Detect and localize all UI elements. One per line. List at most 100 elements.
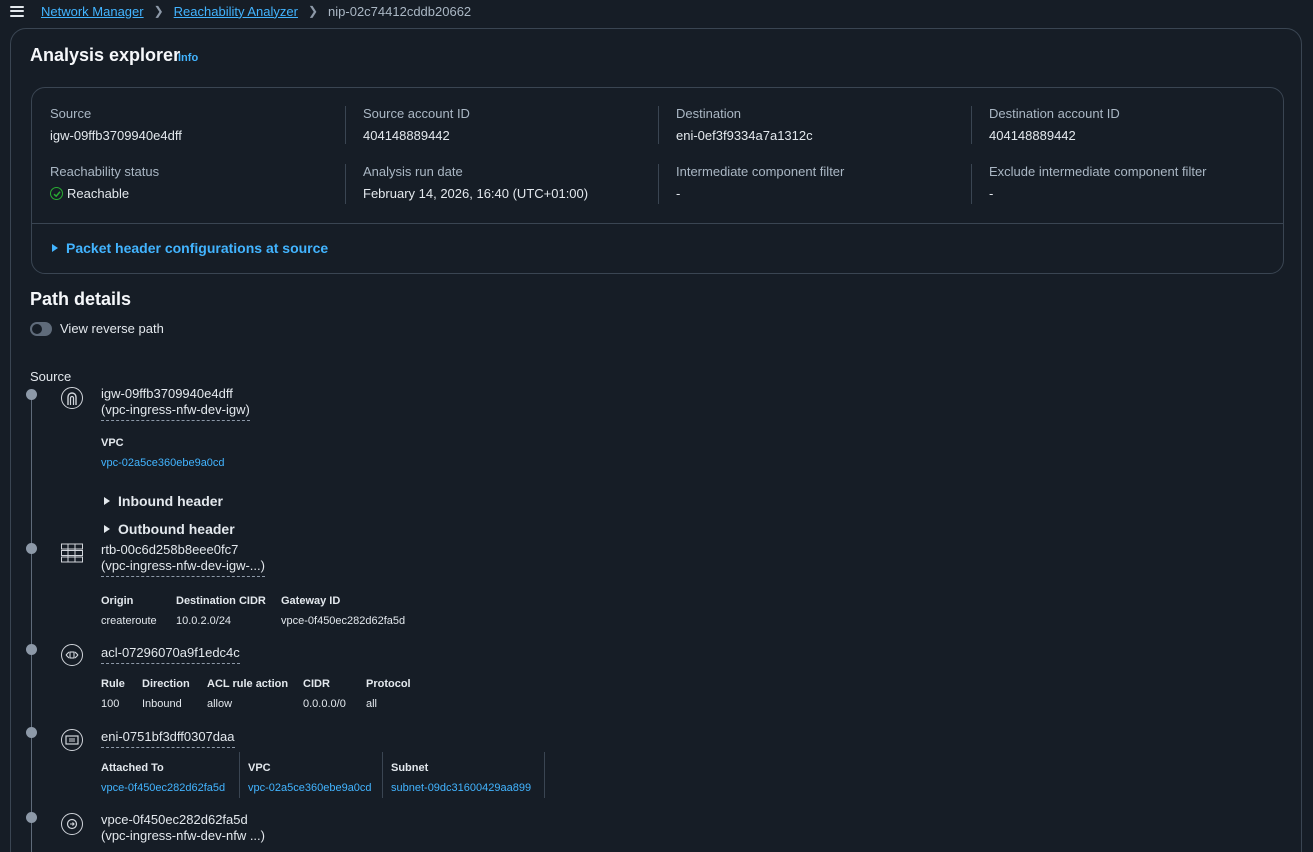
exclude-cell: Exclude intermediate component filter - (989, 164, 1289, 201)
internet-gateway-icon (61, 387, 83, 409)
eni-subnet-link[interactable]: subnet-09dc31600429aa899 (391, 782, 531, 794)
igw-vpc-link[interactable]: vpc-02a5ce360ebe9a0cd (101, 457, 225, 469)
timeline-dot (26, 644, 37, 655)
reverse-path-label: View reverse path (60, 321, 164, 336)
status-badge: Reachable (50, 186, 350, 201)
destination-label: Destination (676, 106, 742, 121)
acl-rule-label: Rule (101, 678, 125, 690)
hamburger-icon[interactable] (10, 5, 24, 17)
source-cell: Source igw-09ffb3709940e4dff (50, 106, 350, 143)
eni-attached-link[interactable]: vpce-0f450ec282d62fa5d (101, 782, 225, 794)
eni-vpc-link[interactable]: vpc-02a5ce360ebe9a0cd (248, 782, 372, 794)
divider (971, 164, 972, 204)
acl-direction-value: Inbound (142, 698, 182, 710)
eni-id: eni-0751bf3dff0307daa (101, 729, 235, 744)
acl-cidr-value: 0.0.0.0/0 (303, 698, 346, 710)
timeline-dot (26, 812, 37, 823)
packet-header-expander[interactable]: Packet header configurations at source (52, 240, 328, 256)
source-account-value: 404148889442 (363, 128, 450, 143)
vpce-id: vpce-0f450ec282d62fa5d (101, 812, 248, 827)
divider (544, 752, 545, 798)
outbound-header-expander[interactable]: Outbound header (104, 521, 235, 537)
acl-direction: Direction Inbound (142, 678, 190, 710)
igw-vpc: VPC vpc-02a5ce360ebe9a0cd (101, 437, 225, 469)
path-source-label: Source (30, 369, 72, 384)
destination-cell: Destination eni-0ef3f9334a7a1312c (676, 106, 976, 143)
igw-vpc-label: VPC (101, 437, 124, 449)
rtb-origin-label: Origin (101, 595, 134, 607)
rtb-node-title[interactable]: rtb-00c6d258b8eee0fc7 (vpc-ingress-nfw-d… (101, 542, 265, 577)
network-acl-icon (61, 644, 83, 666)
check-circle-icon (50, 187, 63, 200)
divider (658, 164, 659, 204)
breadcrumb-network-manager[interactable]: Network Manager (41, 4, 144, 19)
acl-protocol: Protocol all (366, 678, 411, 710)
acl-rule-action-value: allow (207, 698, 233, 710)
acl-rule-value: 100 (101, 698, 120, 710)
acl-node-title[interactable]: acl-07296070a9f1edc4c (101, 645, 240, 664)
source-value: igw-09ffb3709940e4dff (50, 128, 182, 143)
chevron-right-icon: ❯ (153, 4, 164, 18)
acl-cidr-label: CIDR (303, 678, 330, 690)
acl-cidr: CIDR 0.0.0.0/0 (303, 678, 346, 710)
rtb-gateway-id: Gateway ID vpce-0f450ec282d62fa5d (281, 595, 405, 627)
info-link[interactable]: Info (178, 52, 198, 64)
acl-id: acl-07296070a9f1edc4c (101, 645, 240, 660)
eni-vpc: VPC vpc-02a5ce360ebe9a0cd (248, 762, 372, 794)
rtb-destination-cidr-value: 10.0.2.0/24 (176, 615, 232, 627)
divider (658, 106, 659, 144)
page-title: Analysis explorer (30, 45, 181, 65)
rtb-origin: Origin createroute (101, 595, 157, 627)
network-interface-icon (61, 729, 83, 751)
vpce-name: (vpc-ingress-nfw-dev-nfw ...) (101, 828, 265, 843)
outbound-header-label: Outbound header (118, 521, 235, 537)
status-value: Reachable (67, 186, 130, 201)
destination-account-cell: Destination account ID 404148889442 (989, 106, 1289, 143)
inbound-header-expander[interactable]: Inbound header (104, 493, 223, 509)
destination-account-label: Destination account ID (989, 106, 1120, 121)
inbound-header-label: Inbound header (118, 493, 223, 509)
status-label: Reachability status (50, 164, 160, 179)
status-cell: Reachability status Reachable (50, 164, 350, 201)
destination-value: eni-0ef3f9334a7a1312c (676, 128, 813, 143)
acl-rule: Rule 100 (101, 678, 125, 710)
caret-right-icon (104, 497, 110, 505)
divider (345, 164, 346, 204)
source-account-label: Source account ID (363, 106, 470, 121)
source-account-cell: Source account ID 404148889442 (363, 106, 663, 143)
divider (32, 223, 1283, 224)
timeline-dot (26, 389, 37, 400)
reverse-path-toggle[interactable] (30, 321, 52, 336)
rtb-gateway-id-label: Gateway ID (281, 595, 341, 607)
divider (239, 752, 240, 798)
caret-right-icon (52, 244, 58, 252)
eni-subnet-label: Subnet (391, 762, 429, 774)
intermediate-value: - (676, 186, 681, 201)
intermediate-cell: Intermediate component filter - (676, 164, 976, 201)
packet-header-label: Packet header configurations at source (66, 240, 329, 256)
rtb-id: rtb-00c6d258b8eee0fc7 (101, 542, 239, 557)
breadcrumb-reachability-analyzer[interactable]: Reachability Analyzer (174, 4, 298, 19)
acl-protocol-value: all (366, 698, 378, 710)
acl-rule-action-label: ACL rule action (207, 678, 289, 690)
acl-protocol-label: Protocol (366, 678, 411, 690)
path-timeline (31, 389, 32, 852)
divider (345, 106, 346, 144)
igw-name: (vpc-ingress-nfw-dev-igw) (101, 402, 250, 417)
source-label: Source (50, 106, 92, 121)
analysis-container: Analysis explorer Info Source igw-09ffb3… (10, 28, 1302, 852)
rtb-destination-cidr-label: Destination CIDR (176, 595, 266, 607)
path-details-title: Path details (30, 289, 132, 309)
run-date-value: February 14, 2026, 16:40 (UTC+01:00) (363, 186, 589, 201)
eni-node-title[interactable]: eni-0751bf3dff0307daa (101, 729, 235, 748)
rtb-name: (vpc-ingress-nfw-dev-igw-...) (101, 558, 265, 573)
igw-node-title[interactable]: igw-09ffb3709940e4dff (vpc-ingress-nfw-d… (101, 386, 250, 421)
caret-right-icon (104, 525, 110, 533)
rtb-gateway-id-value: vpce-0f450ec282d62fa5d (281, 615, 406, 627)
breadcrumb-current: nip-02c74412cddb20662 (328, 3, 472, 19)
chevron-right-icon: ❯ (307, 4, 319, 18)
vpce-node-title[interactable]: vpce-0f450ec282d62fa5d (vpc-ingress-nfw-… (101, 812, 265, 846)
divider (382, 752, 383, 798)
divider (971, 106, 972, 144)
eni-subnet: Subnet subnet-09dc31600429aa899 (391, 762, 531, 794)
